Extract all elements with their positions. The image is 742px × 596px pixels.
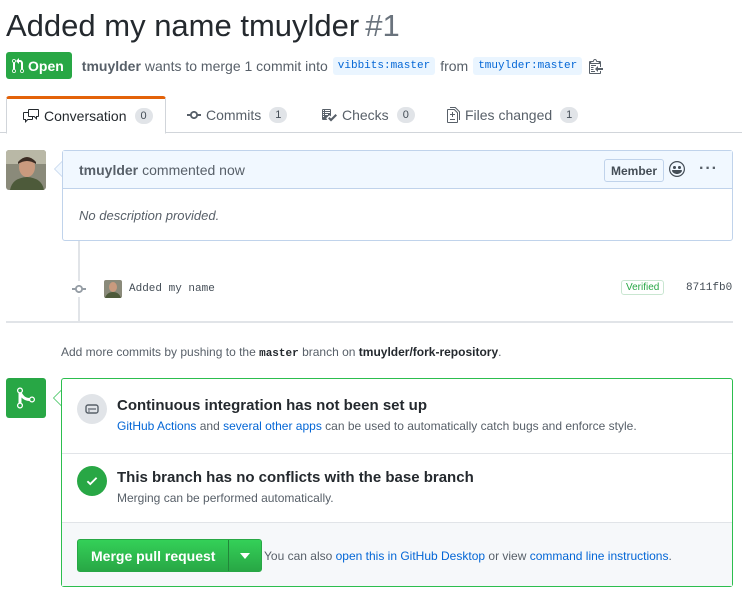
tab-conversation[interactable]: Conversation 0 <box>6 96 166 134</box>
member-badge: Member <box>604 159 665 182</box>
git-pull-request-icon <box>12 57 24 73</box>
tab-label: Files changed <box>465 106 553 123</box>
open-desktop-link[interactable]: open this in GitHub Desktop <box>336 549 485 563</box>
merge-pointer-fill <box>54 391 61 405</box>
tab-counter: 0 <box>396 106 415 123</box>
merge-method-dropdown[interactable] <box>228 540 262 571</box>
tab-label: Conversation <box>44 108 127 124</box>
commit-item: Added my name Verified 8711fb0 <box>70 277 733 301</box>
add-reaction-button[interactable] <box>669 161 685 180</box>
check-icon <box>77 466 107 496</box>
status-badge: Open <box>6 52 72 79</box>
status-label: Open <box>28 57 64 74</box>
command-line-link[interactable]: command line instructions <box>530 549 669 563</box>
tab-label: Checks <box>342 106 389 123</box>
comment-header: tmuylder commented now Member ··· <box>63 151 732 189</box>
git-commit-icon <box>70 281 88 297</box>
commit-avatar[interactable] <box>104 280 122 298</box>
merge-actions: Merge pull request You can also open thi… <box>62 523 732 586</box>
pr-tabs: Conversation 0 Commits 1 Checks 0 Files … <box>0 96 742 134</box>
no-conflicts-title: This branch has no conflicts with the ba… <box>117 469 474 486</box>
tab-label: Commits <box>206 106 262 123</box>
ci-section: Continuous integration has not been set … <box>62 379 732 454</box>
pr-title: Added my name tmuylder <box>6 8 360 43</box>
push-hint: Add more commits by pushing to the maste… <box>61 345 501 360</box>
timeline-divider <box>6 321 733 323</box>
pr-author-link[interactable]: tmuylder <box>82 58 141 74</box>
merge-box: Continuous integration has not been set … <box>61 378 733 587</box>
no-conflicts-desc: Merging can be performed automatically. <box>117 491 334 505</box>
merge-button-group: Merge pull request <box>77 539 263 572</box>
ci-title: Continuous integration has not been set … <box>117 397 427 414</box>
hint-branch: master <box>259 348 299 360</box>
hint-suffix: . <box>498 345 502 359</box>
tab-counter: 0 <box>134 108 153 124</box>
git-merge-icon <box>6 378 46 418</box>
also-suffix: . <box>668 549 672 563</box>
comment-box: tmuylder commented now Member ··· No des… <box>62 150 733 241</box>
ci-rest: can be used to automatically catch bugs … <box>325 419 637 433</box>
hint-prefix: Add more commits by pushing to the <box>61 345 256 359</box>
hint-middle: branch on <box>302 345 356 359</box>
comment-body: No description provided. <box>79 208 220 223</box>
also-or: or view <box>488 549 527 563</box>
from-text: from <box>440 57 469 74</box>
server-icon <box>77 394 107 424</box>
tab-checks[interactable]: Checks 0 <box>321 96 415 133</box>
commit-sha-link[interactable]: 8711fb0 <box>686 282 732 294</box>
clippy-icon <box>589 58 604 74</box>
commit-message-link[interactable]: Added my name <box>129 283 215 295</box>
ci-and: and <box>199 419 220 433</box>
merge-text: wants to merge 1 commit into <box>144 57 328 74</box>
conflict-section: This branch has no conflicts with the ba… <box>62 454 732 523</box>
comment-author-link[interactable]: tmuylder <box>79 162 138 178</box>
tab-counter: 1 <box>560 106 579 123</box>
other-apps-link[interactable]: several other apps <box>223 419 322 433</box>
tab-counter: 1 <box>269 106 288 123</box>
checklist-icon <box>322 108 337 121</box>
triangle-down-icon <box>240 552 251 559</box>
pr-number: #1 <box>365 8 400 43</box>
tab-files-changed[interactable]: Files changed 1 <box>447 96 579 133</box>
comment-action[interactable]: commented now <box>142 162 245 178</box>
tab-commits[interactable]: Commits 1 <box>187 96 288 133</box>
ci-desc: GitHub Actions and several other apps ca… <box>117 419 637 433</box>
copy-branch-button[interactable] <box>589 58 604 74</box>
comment-pointer-fill <box>55 162 62 176</box>
also-prefix: You can also <box>264 549 333 563</box>
file-diff-icon <box>447 106 460 123</box>
pr-meta: Open tmuylder wants to merge 1 commit in… <box>6 52 604 79</box>
base-branch[interactable]: vibbits:master <box>332 56 436 75</box>
smiley-icon <box>669 161 685 177</box>
github-actions-link[interactable]: GitHub Actions <box>117 419 196 433</box>
head-branch[interactable]: tmuylder:master <box>473 56 583 75</box>
also-text: You can also open this in GitHub Desktop… <box>264 549 672 563</box>
hint-repo: tmuylder/fork-repository <box>358 345 499 359</box>
avatar[interactable] <box>6 150 46 190</box>
page-title: Added my name tmuylder #1 <box>6 6 400 46</box>
git-commit-icon <box>187 110 201 119</box>
merge-pull-request-button[interactable]: Merge pull request <box>78 540 229 571</box>
kebab-horizontal-icon[interactable]: ··· <box>699 160 718 178</box>
comment-discussion-icon <box>23 109 39 123</box>
verified-badge[interactable]: Verified <box>621 280 665 295</box>
